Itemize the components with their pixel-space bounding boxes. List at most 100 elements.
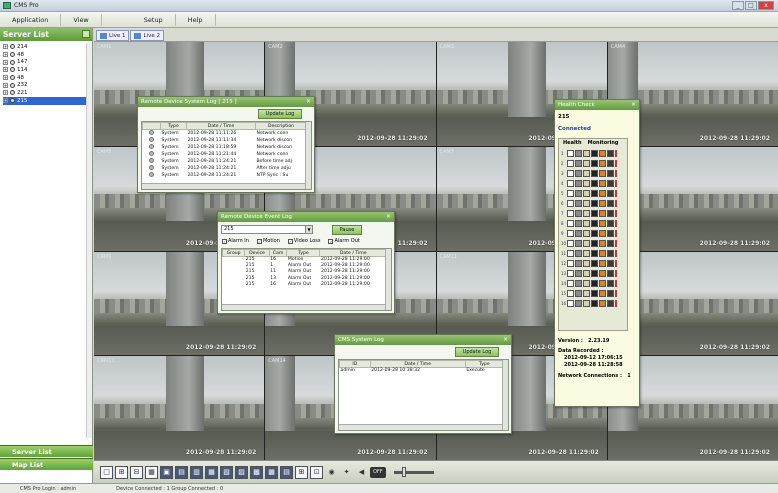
table-row[interactable]: admin 2012-09-28 10:38:32 Execute: [340, 368, 504, 374]
col-id[interactable]: ID: [339, 360, 371, 368]
tab-live-1[interactable]: Live 1: [96, 30, 130, 41]
layout-6-icon[interactable]: ⊟: [130, 465, 143, 479]
update-log-button[interactable]: Update Log: [258, 109, 302, 119]
layout-1-icon[interactable]: □: [100, 465, 113, 479]
expand-icon[interactable]: +: [3, 52, 8, 58]
col-datetime[interactable]: Date / Time: [319, 249, 387, 257]
table-row[interactable]: System 2012-09-28 11:21:44 Network conn: [143, 151, 307, 158]
tab-monitoring[interactable]: Monitoring: [588, 140, 619, 147]
table-row[interactable]: System 2012-09-28 11:24:21 Before time adj: [143, 158, 307, 165]
health-check-titlebar[interactable]: Health Check ×: [555, 100, 639, 110]
tab-live-2[interactable]: Live 2: [130, 30, 164, 41]
filter-motion[interactable]: ✓ Motion: [256, 238, 280, 244]
server-list-scrollbar[interactable]: [86, 43, 92, 438]
layout-custom-icon[interactable]: ▤: [280, 465, 293, 479]
pause-button[interactable]: Pause: [332, 225, 362, 235]
menu-application[interactable]: Application: [0, 13, 62, 26]
server-item-selected[interactable]: +215: [3, 96, 92, 105]
cms-log-titlebar[interactable]: CMS System Log ×: [335, 335, 511, 345]
system-log-titlebar[interactable]: Remote Device System Log [ 215 ] ×: [138, 97, 314, 107]
maximize-button[interactable]: □: [745, 1, 757, 10]
fullscreen-icon[interactable]: ⊡: [310, 465, 323, 479]
emergency-icon[interactable]: ✦: [340, 466, 353, 479]
expand-icon[interactable]: +: [3, 75, 8, 81]
col-datetime[interactable]: Date / Time: [185, 122, 257, 130]
server-item[interactable]: +232: [3, 81, 92, 89]
cms-update-log-button[interactable]: Update Log: [455, 347, 499, 357]
server-item[interactable]: +221: [3, 89, 92, 97]
expand-icon[interactable]: +: [3, 67, 8, 73]
server-item[interactable]: +147: [3, 58, 92, 66]
layout-9-icon[interactable]: ▣: [160, 465, 173, 479]
table-row[interactable]: System 2012-09-28 11:11:34 Network discon: [143, 137, 307, 144]
col-type[interactable]: Type: [286, 249, 321, 257]
expand-icon[interactable]: +: [3, 59, 8, 65]
alarm-icon[interactable]: ◉: [325, 466, 338, 479]
layout-25-icon[interactable]: ▨: [235, 465, 248, 479]
table-row[interactable]: 215 16 Alarm Out 2012-09-28 11:29:00: [223, 281, 387, 287]
expand-icon[interactable]: +: [3, 44, 8, 50]
vertical-scrollbar[interactable]: [385, 249, 391, 310]
vertical-scrollbar[interactable]: [305, 122, 311, 189]
menu-setup[interactable]: Setup: [132, 13, 176, 26]
layout-20-icon[interactable]: ▧: [220, 465, 233, 479]
camera-view[interactable]: CAM13 2012-09-28 11:29:02: [94, 356, 265, 460]
horizontal-scrollbar[interactable]: [142, 183, 305, 189]
server-list-tab[interactable]: Server List: [0, 445, 93, 457]
horizontal-scrollbar[interactable]: [222, 304, 385, 310]
table-row[interactable]: System 2012-09-28 11:24:21 NTP Sync : Su: [143, 172, 307, 179]
filter-video-loss[interactable]: ✓ Video Loss: [287, 238, 320, 244]
filter-alarm-out[interactable]: ✓ Alarm Out: [328, 238, 360, 244]
table-row[interactable]: 215 1 Alarm Out 2012-09-28 11:29:00: [223, 263, 387, 269]
device-select[interactable]: 215 ▼: [221, 225, 313, 234]
col-datetime[interactable]: Date / Time: [369, 360, 466, 368]
vertical-scrollbar[interactable]: [502, 360, 508, 430]
layout-13-icon[interactable]: ▥: [190, 465, 203, 479]
pin-icon[interactable]: [82, 30, 90, 38]
speaker-icon[interactable]: ◀: [355, 466, 368, 479]
expand-icon[interactable]: +: [3, 98, 8, 104]
layout-4-icon[interactable]: ⊞: [115, 465, 128, 479]
server-item[interactable]: +48: [3, 51, 92, 59]
layout-10-icon[interactable]: ▤: [175, 465, 188, 479]
col-type[interactable]: Type: [160, 122, 187, 130]
col-type[interactable]: Type: [464, 360, 505, 368]
chevron-down-icon[interactable]: ▼: [305, 226, 312, 233]
audio-off-toggle[interactable]: OFF: [370, 466, 386, 478]
layout-36-icon[interactable]: ▩: [250, 465, 263, 479]
volume-slider[interactable]: [393, 466, 434, 477]
close-icon[interactable]: ×: [386, 212, 391, 222]
layout-64-icon[interactable]: ▦: [265, 465, 278, 479]
col-cam[interactable]: Cam: [268, 249, 288, 257]
close-icon[interactable]: ×: [631, 100, 636, 110]
slider-thumb[interactable]: [401, 466, 406, 477]
close-icon[interactable]: ×: [503, 335, 508, 345]
table-row[interactable]: System 2012-09-28 11:18:59 Network discon: [143, 144, 307, 151]
table-row[interactable]: 215 11 Alarm Out 2012-09-28 11:29:00: [223, 269, 387, 275]
expand-icon[interactable]: +: [3, 90, 8, 96]
system-log-list[interactable]: Type Date / Time Description System 2012-09…: [141, 121, 312, 190]
event-log-list[interactable]: Group Device Cam Type Date / Time 215 16 Motio…: [221, 248, 392, 311]
server-item[interactable]: +114: [3, 66, 92, 74]
col-description[interactable]: Description: [255, 122, 307, 130]
expand-icon[interactable]: +: [3, 82, 8, 88]
close-button[interactable]: x: [758, 1, 774, 10]
sequence-icon[interactable]: ⊞: [295, 465, 308, 479]
event-log-titlebar[interactable]: Remote Device Event Log ×: [218, 212, 394, 222]
cms-log-list[interactable]: ID Date / Time Type admin 2012-09-28 10:38:…: [338, 359, 509, 431]
menu-view[interactable]: View: [61, 13, 102, 26]
filter-alarm-in[interactable]: ✓ Alarm In: [222, 238, 249, 244]
menu-help[interactable]: Help: [176, 13, 216, 26]
tab-health[interactable]: Health: [563, 140, 582, 147]
table-row[interactable]: 215 13 Alarm Out 2012-09-28 11:29:00: [223, 275, 387, 281]
layout-8-icon[interactable]: ▦: [145, 465, 158, 479]
horizontal-scrollbar[interactable]: [339, 424, 502, 430]
table-row[interactable]: System 2012-09-28 11:24:21 After time adju: [143, 165, 307, 172]
col-device[interactable]: Device: [244, 249, 270, 257]
col-group[interactable]: Group: [222, 249, 246, 257]
close-icon[interactable]: ×: [306, 97, 311, 107]
layout-16-icon[interactable]: ▦: [205, 465, 218, 479]
table-row[interactable]: System 2012-09-28 11:11:26 Network conn: [143, 130, 307, 138]
minimize-button[interactable]: _: [732, 1, 744, 10]
server-item[interactable]: +48: [3, 74, 92, 82]
